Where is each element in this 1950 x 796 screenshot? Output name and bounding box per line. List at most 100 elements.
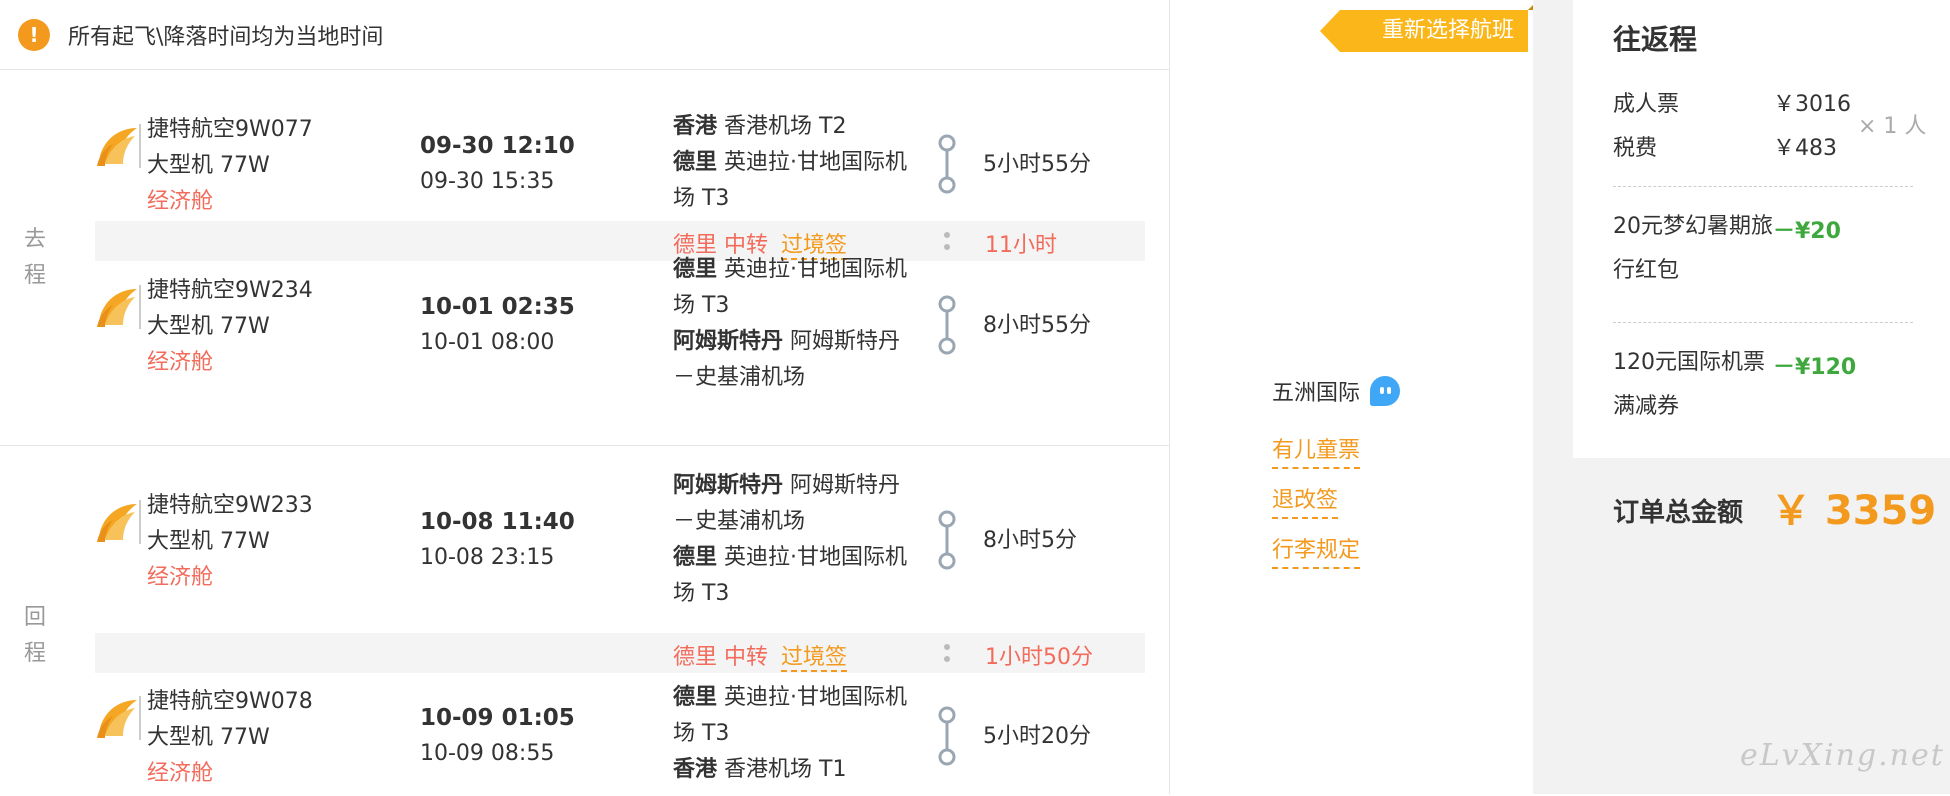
tax-price: ￥483 — [1773, 136, 1837, 161]
total-amount: ￥ 3359 — [1771, 488, 1937, 534]
dots-icon — [943, 230, 951, 254]
passenger-count: × 1 人 — [1858, 114, 1927, 139]
transfer-city: 德里 — [673, 645, 718, 670]
child-ticket-link[interactable]: 有儿童票 — [1272, 432, 1361, 469]
arrival-time: 09-30 15:35 — [420, 169, 555, 194]
from-city: 香港 — [673, 114, 718, 139]
return-label-char: 回 — [23, 605, 46, 630]
agency-panel: 重新选择航班 五洲国际 有儿童票 退改签 行李规定 — [1170, 0, 1536, 794]
airline-logo-icon — [95, 498, 143, 546]
tax-label: 税费 — [1613, 136, 1658, 161]
from-airport: 阿姆斯特丹 — [790, 473, 901, 498]
agency-name: 五洲国际 — [1272, 381, 1361, 406]
divider — [1613, 186, 1913, 187]
transfer-word: 中转 — [724, 645, 769, 670]
aircraft-type: 大型机 77W — [147, 153, 270, 178]
airline-logo-icon — [95, 283, 143, 331]
flight-segment: 捷特航空9W077 大型机 77W 经济舱 09-30 12:10 09-30 … — [95, 104, 1145, 224]
arrival-time: 10-08 23:15 — [420, 545, 555, 570]
airline-name: 捷特航空9W077 — [147, 117, 313, 142]
flight-duration: 8小时55分 — [983, 313, 1091, 338]
refund-change-link[interactable]: 退改签 — [1272, 482, 1339, 519]
promo-1-name: 20元梦幻暑期旅行红包 — [1613, 214, 1773, 283]
from-city: 阿姆斯特丹 — [673, 473, 784, 498]
timezone-notice: ! 所有起飞\降落时间均为当地时间 — [0, 0, 1169, 70]
from-airport: 英迪拉·甘地国际机 — [724, 257, 908, 282]
cabin-class: 经济舱 — [147, 189, 214, 214]
transfer-row: 德里 中转 过境签 11小时 — [95, 221, 1145, 261]
flight-duration: 5小时55分 — [983, 152, 1091, 177]
flight-segment: 捷特航空9W078 大型机 77W 经济舱 10-09 01:05 10-09 … — [95, 676, 1145, 796]
arrival-time: 10-09 08:55 — [420, 741, 555, 766]
outbound-label-char: 程 — [23, 263, 46, 288]
to-airport: 香港机场 T1 — [724, 757, 847, 782]
to-airport-cont: 场 T3 — [673, 581, 730, 606]
return-label-char: 程 — [23, 641, 46, 666]
cabin-class: 经济舱 — [147, 565, 214, 590]
price-summary-panel: 往返程 成人票 ￥3016 税费 ￥483 × 1 人 20元梦幻暑期旅行红包 … — [1573, 0, 1950, 794]
aircraft-type: 大型机 77W — [147, 314, 270, 339]
from-airport-cont: 场 T3 — [673, 721, 730, 746]
divider — [1613, 322, 1913, 323]
price-card: 往返程 成人票 ￥3016 税费 ￥483 × 1 人 20元梦幻暑期旅行红包 … — [1573, 0, 1950, 458]
departure-time: 10-01 02:35 — [420, 294, 575, 320]
aircraft-type: 大型机 77W — [147, 725, 270, 750]
baggage-rules-link[interactable]: 行李规定 — [1272, 532, 1361, 569]
outbound-label: 去 程 — [20, 222, 50, 294]
from-airport-cont: －史基浦机场 — [673, 509, 806, 534]
airline-name: 捷特航空9W233 — [147, 493, 313, 518]
airline-name: 捷特航空9W234 — [147, 278, 313, 303]
transfer-row: 德里 中转 过境签 1小时50分 — [95, 633, 1145, 673]
reselect-flight-button[interactable]: 重新选择航班 — [1320, 2, 1536, 52]
transit-visa-link[interactable]: 过境签 — [781, 645, 848, 672]
from-airport-cont: 场 T3 — [673, 293, 730, 318]
route-icon — [935, 295, 959, 355]
agency-info: 五洲国际 — [1272, 375, 1401, 407]
site-watermark: eLvXing.net — [1740, 738, 1945, 773]
from-city: 德里 — [673, 257, 718, 282]
departure-time: 10-09 01:05 — [420, 705, 575, 731]
to-airport: 英迪拉·甘地国际机 — [724, 545, 908, 570]
from-airport: 英迪拉·甘地国际机 — [724, 685, 908, 710]
trip-type-title: 往返程 — [1613, 23, 1698, 56]
airline-logo-icon — [95, 122, 143, 170]
route-icon — [935, 134, 959, 194]
flight-duration: 5小时20分 — [983, 724, 1091, 749]
panel-gap — [1533, 0, 1573, 794]
cabin-class: 经济舱 — [147, 761, 214, 786]
dots-icon — [943, 642, 951, 666]
departure-time: 09-30 12:10 — [420, 133, 575, 159]
aircraft-type: 大型机 77W — [147, 529, 270, 554]
route-icon — [935, 706, 959, 766]
itinerary-panel: ! 所有起飞\降落时间均为当地时间 去 程 捷特航空9W077 大型机 77W … — [0, 0, 1170, 794]
departure-time: 10-08 11:40 — [420, 509, 575, 535]
notice-text: 所有起飞\降落时间均为当地时间 — [68, 24, 384, 50]
to-airport: 英迪拉·甘地国际机 — [724, 150, 908, 175]
from-airport: 香港机场 T2 — [724, 114, 847, 139]
airline-logo-icon — [95, 694, 143, 742]
to-airport-cont: 场 T3 — [673, 186, 730, 211]
to-city: 香港 — [673, 757, 718, 782]
flight-duration: 8小时5分 — [983, 528, 1077, 553]
flight-segment: 捷特航空9W233 大型机 77W 经济舱 10-08 11:40 10-08 … — [95, 473, 1145, 606]
to-airport-cont: －史基浦机场 — [673, 365, 806, 390]
route-icon — [935, 510, 959, 570]
to-city: 阿姆斯特丹 — [673, 329, 784, 354]
transfer-duration: 11小时 — [985, 233, 1057, 258]
chat-bubble-icon[interactable] — [1370, 376, 1401, 406]
flight-segment: 捷特航空9W234 大型机 77W 经济舱 10-01 02:35 10-01 … — [95, 257, 1145, 390]
cabin-class: 经济舱 — [147, 350, 214, 375]
adult-ticket-label: 成人票 — [1613, 92, 1680, 117]
to-city: 德里 — [673, 545, 718, 570]
arrival-time: 10-01 08:00 — [420, 330, 555, 355]
to-city: 德里 — [673, 150, 718, 175]
order-total: 订单总金额 ￥ 3359 — [1573, 458, 1950, 558]
outbound-label-char: 去 — [23, 227, 46, 252]
from-city: 德里 — [673, 685, 718, 710]
transfer-duration: 1小时50分 — [985, 645, 1093, 670]
promo-2-name: 120元国际机票满减券 — [1613, 350, 1765, 419]
exclamation-icon: ! — [18, 18, 50, 51]
adult-ticket-price: ￥3016 — [1773, 92, 1851, 117]
return-label: 回 程 — [20, 600, 50, 672]
to-airport: 阿姆斯特丹 — [790, 329, 901, 354]
